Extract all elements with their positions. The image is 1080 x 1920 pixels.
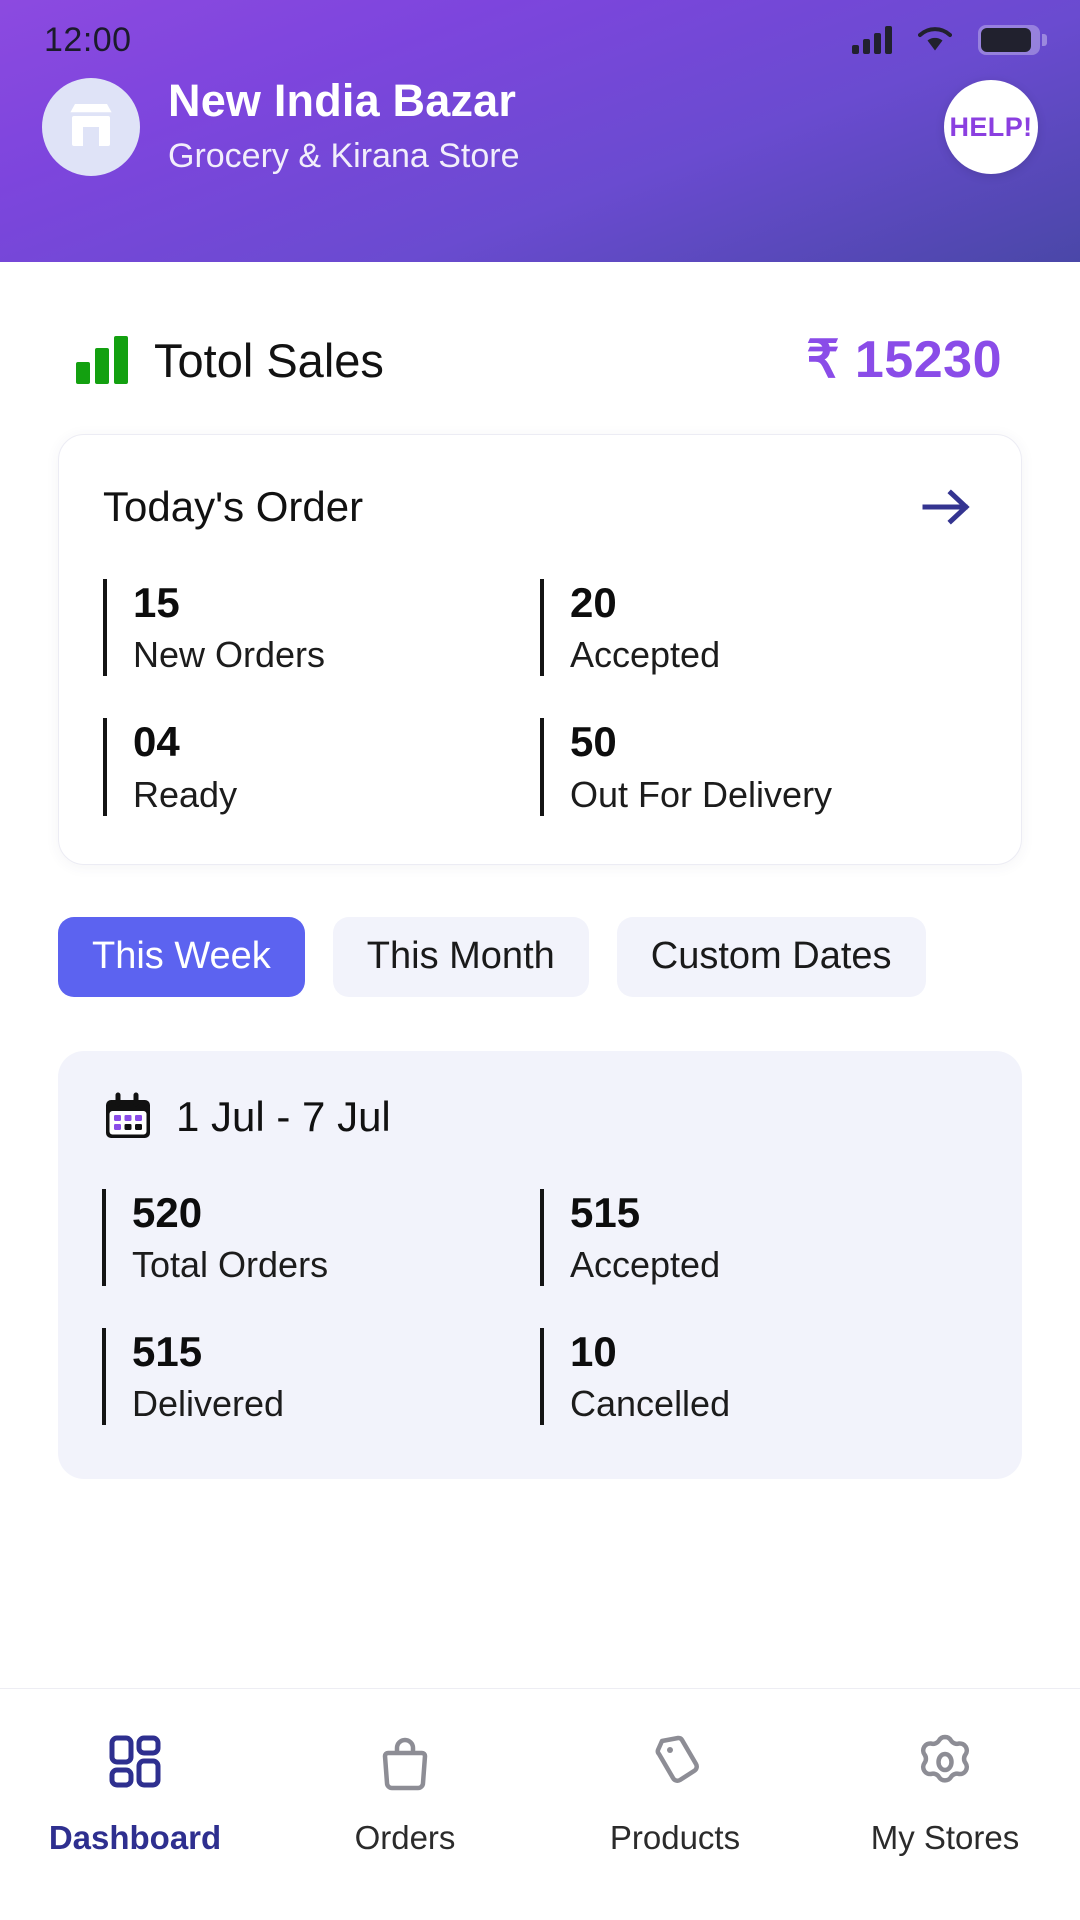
todays-order-header: Today's Order <box>103 481 977 533</box>
battery-icon <box>978 25 1047 55</box>
stat-value: 04 <box>133 718 180 766</box>
status-bar-icons <box>852 25 1047 55</box>
app-header: 12:00 New India Bazar Grocery & Kirana S… <box>0 0 1080 262</box>
nav-item-products[interactable]: Products <box>540 1727 810 1857</box>
storefront-icon <box>63 97 119 158</box>
todays-order-title: Today's Order <box>103 483 364 530</box>
stat-item: 15 New Orders <box>103 579 540 677</box>
stat-label: Total Orders <box>132 1243 329 1285</box>
nav-label: Dashboard <box>48 1819 222 1856</box>
tab-label: This Month <box>366 935 555 978</box>
calendar-icon <box>102 1091 154 1143</box>
tab-this-month[interactable]: This Month <box>332 916 589 997</box>
stat-item: 10 Cancelled <box>540 1327 978 1426</box>
nav-item-orders[interactable]: Orders <box>270 1727 540 1857</box>
status-bar: 12:00 <box>0 0 1080 62</box>
nav-item-my-stores[interactable]: My Stores <box>810 1727 1080 1857</box>
tab-label: Custom Dates <box>650 935 892 978</box>
store-subtitle: Grocery & Kirana Store <box>168 137 520 176</box>
store-header-row: New India Bazar Grocery & Kirana Store H… <box>0 75 1080 179</box>
nav-label: Products <box>609 1819 741 1856</box>
main-content-sheet: Totol Sales ₹ 15230 Today's Order 15 New… <box>0 268 1080 1920</box>
help-button-label: HELP! <box>949 111 1033 142</box>
date-range-label: 1 Jul - 7 Jul <box>176 1092 391 1140</box>
stat-label: Accepted <box>570 1243 721 1285</box>
help-button[interactable]: HELP! <box>944 80 1038 175</box>
total-sales-row: Totol Sales ₹ 15230 <box>58 330 1022 390</box>
status-bar-clock: 12:00 <box>44 20 132 59</box>
period-summary-card: 1 Jul - 7 Jul 520 Total Orders 515 Accep… <box>58 1050 1022 1480</box>
stat-item: 50 Out For Delivery <box>540 718 977 816</box>
stat-item: 04 Ready <box>103 718 540 816</box>
stat-value: 15 <box>133 579 180 626</box>
stat-value: 10 <box>570 1327 617 1375</box>
stat-value: 515 <box>132 1327 203 1375</box>
grid-dashboard-icon <box>104 1727 166 1797</box>
wifi-icon <box>918 26 952 54</box>
stat-value: 50 <box>570 718 617 766</box>
store-name: New India Bazar <box>168 75 517 126</box>
stat-value: 20 <box>570 579 617 626</box>
stat-label: Ready <box>133 773 238 815</box>
stat-label: Accepted <box>570 634 721 676</box>
nav-item-dashboard[interactable]: Dashboard <box>0 1727 270 1857</box>
tab-label: This Week <box>92 935 271 978</box>
currency-symbol: ₹ <box>806 331 840 389</box>
gear-icon <box>914 1727 976 1797</box>
tab-custom-dates[interactable]: Custom Dates <box>616 916 926 997</box>
stat-label: Cancelled <box>570 1383 731 1425</box>
stat-value: 515 <box>570 1188 641 1236</box>
total-sales-amount: ₹ 15230 <box>806 330 1002 390</box>
total-sales-label: Totol Sales <box>154 333 384 387</box>
bottom-navigation: Dashboard Orders Products My Stores <box>0 1688 1080 1920</box>
total-sales-left: Totol Sales <box>76 333 384 388</box>
nav-label: My Stores <box>870 1819 1020 1856</box>
todays-order-card[interactable]: Today's Order 15 New Orders 20 Accepted … <box>58 434 1022 865</box>
stat-value: 520 <box>132 1188 203 1236</box>
signal-icon <box>852 26 892 54</box>
store-avatar <box>42 78 140 177</box>
period-summary-stats: 520 Total Orders 515 Accepted 515 Delive… <box>102 1188 978 1426</box>
stat-label: New Orders <box>133 634 326 676</box>
nav-label: Orders <box>354 1819 456 1856</box>
stat-item: 520 Total Orders <box>102 1188 540 1286</box>
total-sales-value: 15230 <box>854 331 1002 389</box>
date-range-header: 1 Jul - 7 Jul <box>102 1091 978 1143</box>
price-tag-icon <box>644 1727 706 1797</box>
arrow-right-icon[interactable] <box>917 481 977 533</box>
stat-item: 515 Delivered <box>102 1327 540 1426</box>
shopping-bag-icon <box>374 1727 436 1797</box>
range-filter-tabs: This Week This Month Custom Dates <box>58 916 1022 997</box>
stat-label: Delivered <box>132 1383 285 1425</box>
bar-chart-icon <box>76 336 128 384</box>
store-info: New India Bazar Grocery & Kirana Store <box>168 75 944 179</box>
tab-this-week[interactable]: This Week <box>58 916 305 997</box>
todays-order-stats: 15 New Orders 20 Accepted 04 Ready 50 Ou… <box>103 579 977 816</box>
stat-item: 20 Accepted <box>540 579 977 677</box>
stat-item: 515 Accepted <box>540 1188 978 1286</box>
stat-label: Out For Delivery <box>570 773 833 815</box>
